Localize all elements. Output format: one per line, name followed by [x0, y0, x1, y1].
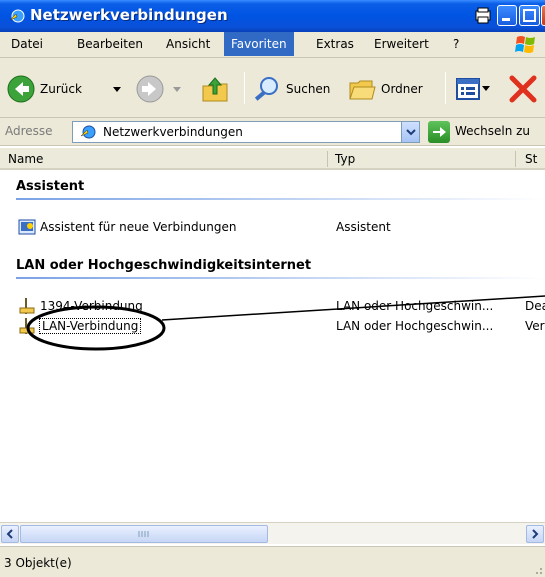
views-dropdown-icon [482, 86, 490, 91]
forward-dropdown-icon[interactable] [172, 86, 182, 94]
minimize-icon [502, 18, 510, 21]
views-button[interactable] [455, 72, 491, 106]
search-icon [254, 77, 278, 101]
maximize-icon [523, 9, 536, 22]
status-bar: 3 Objekt(e) [0, 546, 545, 577]
window-title: Netzwerkverbindungen [30, 6, 228, 24]
column-divider[interactable] [327, 151, 328, 167]
column-header-type[interactable]: Typ [335, 152, 355, 166]
minimize-button[interactable] [497, 5, 517, 26]
back-button[interactable]: Zurück [6, 72, 82, 106]
delete-button[interactable] [507, 72, 539, 106]
toolbar-separator [244, 72, 245, 104]
back-dropdown-icon[interactable] [112, 86, 122, 94]
forward-arrow-icon [136, 75, 164, 103]
address-value: Netzwerkverbindungen [103, 125, 243, 139]
toolbar: Zurück Suchen Ordner [0, 58, 545, 118]
go-button[interactable] [428, 121, 450, 143]
address-input[interactable]: Netzwerkverbindungen [72, 121, 420, 143]
back-arrow-icon [7, 75, 35, 103]
folders-label: Ordner [381, 82, 423, 96]
network-connections-icon [9, 9, 25, 23]
search-label: Suchen [286, 82, 331, 96]
delete-x-icon [509, 75, 537, 103]
menu-erweitert[interactable]: Erweitert [367, 32, 436, 56]
menu-datei[interactable]: Datei [4, 32, 50, 56]
go-arrow-icon [433, 127, 446, 137]
column-headers: Name Typ St [0, 148, 545, 170]
menu-ansicht[interactable]: Ansicht [159, 32, 217, 56]
menu-bar: Datei Bearbeiten Ansicht Favoriten Extra… [0, 32, 545, 58]
print-icon[interactable] [474, 7, 492, 24]
address-bar: Adresse Netzwerkverbindungen Wechseln zu [0, 118, 545, 146]
scroll-left-button[interactable] [1, 525, 19, 543]
highlight-ellipse [26, 305, 166, 351]
views-icon [456, 78, 480, 100]
annotation-overlay [26, 295, 545, 351]
toolbar-separator [445, 72, 446, 104]
scroll-right-button[interactable] [526, 525, 544, 543]
column-header-status[interactable]: St [525, 152, 537, 166]
column-divider[interactable] [515, 151, 516, 167]
search-button[interactable]: Suchen [252, 72, 330, 106]
scroll-thumb[interactable] [20, 525, 268, 543]
grip-icon [138, 531, 149, 537]
forward-button[interactable] [135, 72, 165, 106]
pointer-line [161, 295, 545, 321]
title-bar[interactable]: Netzwerkverbindungen [0, 0, 545, 32]
status-text: 3 Objekt(e) [4, 556, 72, 570]
windows-logo-icon [515, 36, 535, 53]
address-label: Adresse [5, 124, 53, 138]
maximize-button[interactable] [519, 5, 540, 26]
menu-help[interactable]: ? [446, 32, 466, 56]
chevron-right-icon [532, 529, 539, 539]
horizontal-scrollbar[interactable] [0, 522, 545, 544]
network-connections-icon [80, 125, 96, 139]
address-dropdown-button[interactable] [401, 122, 419, 142]
folder-up-icon [202, 77, 228, 102]
chevron-left-icon [6, 529, 13, 539]
up-button[interactable] [200, 72, 230, 106]
resize-grip-icon[interactable] [531, 563, 543, 575]
menu-favoriten[interactable]: Favoriten [224, 32, 294, 56]
folders-icon [349, 80, 376, 100]
file-list: Assistent Assistent für neue Verbindunge… [0, 170, 545, 522]
close-button[interactable] [541, 5, 545, 26]
menu-bearbeiten[interactable]: Bearbeiten [70, 32, 150, 56]
back-label: Zurück [40, 82, 82, 96]
go-label[interactable]: Wechseln zu [455, 124, 530, 138]
column-header-name[interactable]: Name [8, 152, 43, 166]
menu-extras[interactable]: Extras [309, 32, 361, 56]
folders-button[interactable]: Ordner [347, 72, 423, 106]
chevron-down-icon [406, 129, 416, 136]
